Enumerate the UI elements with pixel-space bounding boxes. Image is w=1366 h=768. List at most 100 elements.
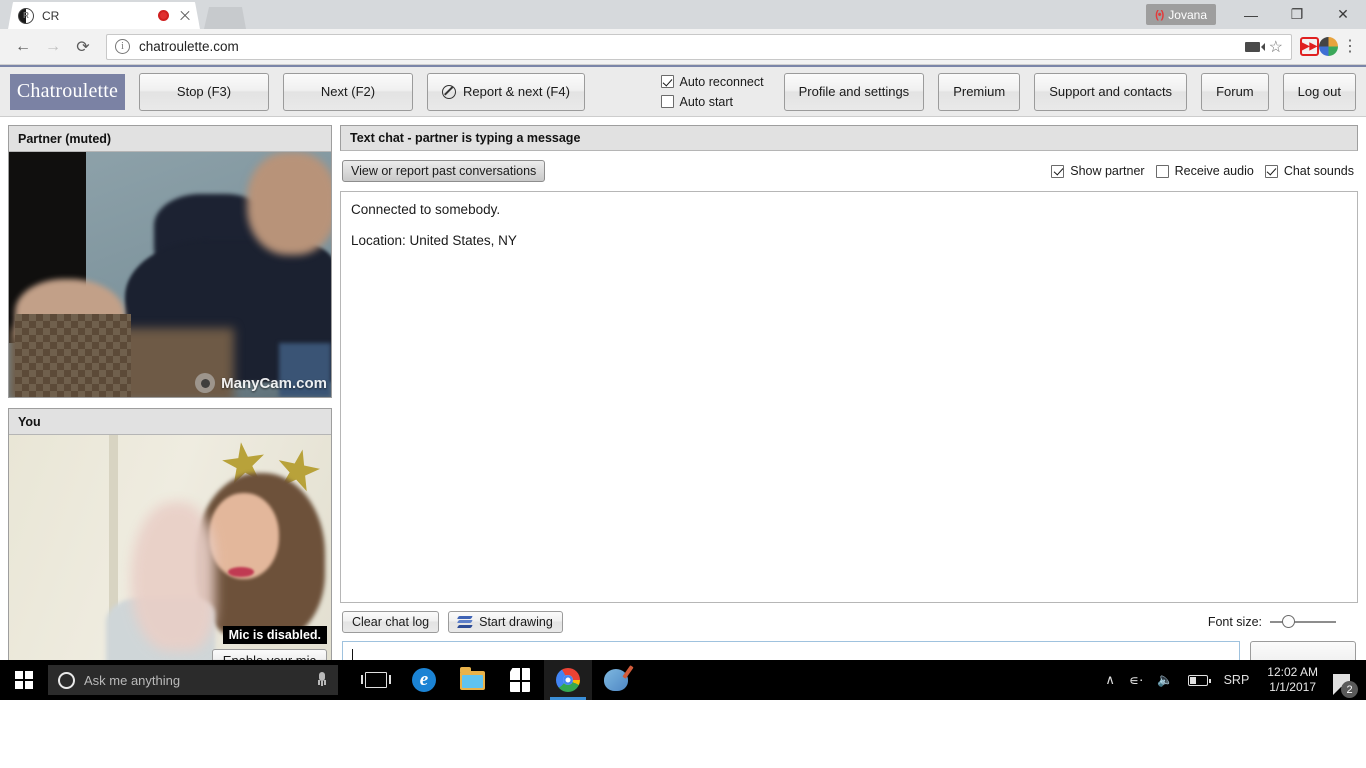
chat-log[interactable]: Connected to somebody. Location: United … <box>340 191 1358 603</box>
log-out-button[interactable]: Log out <box>1282 72 1356 111</box>
microphone-icon[interactable] <box>316 672 328 688</box>
minimize-button[interactable]: — <box>1228 0 1274 29</box>
omnibox-actions: ☆ <box>1244 37 1283 57</box>
profile-and-settings-button[interactable]: Profile and settings <box>783 72 925 111</box>
chrome-button[interactable] <box>544 660 592 700</box>
browser-toolbar: ← → ⟳ i chatroulette.com ☆ ▶▶ ⋮ <box>0 29 1366 65</box>
clear-chat-log-button[interactable]: Clear chat log <box>342 611 440 633</box>
profile-chip[interactable]: (•) Jovana <box>1146 4 1216 25</box>
search-placeholder: Ask me anything <box>84 672 181 688</box>
next-button[interactable]: Next (F2) <box>283 72 413 111</box>
back-icon[interactable]: ← <box>8 33 38 61</box>
cortana-search-box[interactable]: Ask me anything <box>48 665 338 695</box>
forum-button[interactable]: Forum <box>1201 72 1269 111</box>
mic-status-text: Mic is disabled. <box>222 626 327 644</box>
forward-icon[interactable]: → <box>38 33 68 61</box>
partner-panel-header: Partner (muted) <box>9 126 331 152</box>
notification-count-badge: 2 <box>1341 681 1358 698</box>
microsoft-store-button[interactable] <box>496 660 544 700</box>
task-view-button[interactable] <box>352 660 400 700</box>
close-window-button[interactable]: ✕ <box>1320 0 1366 29</box>
support-and-contacts-button[interactable]: Support and contacts <box>1034 72 1188 111</box>
receive-audio-checkbox[interactable]: Receive audio <box>1155 164 1254 178</box>
edge-button[interactable]: e <box>400 660 448 700</box>
auto-reconnect-checkbox[interactable]: Auto reconnect <box>660 74 764 89</box>
main-content: Partner (muted) ManyCam.com You Mic is d… <box>0 117 1366 697</box>
premium-button[interactable]: Premium <box>938 72 1021 111</box>
new-tab-button[interactable] <box>204 7 246 29</box>
view-past-conversations-button[interactable]: View or report past conversations <box>342 160 546 182</box>
partner-video-feed[interactable]: ManyCam.com <box>9 152 331 397</box>
chat-log-line: Connected to somebody. <box>351 202 501 217</box>
video-column: Partner (muted) ManyCam.com You Mic is d… <box>8 125 332 689</box>
action-center-button[interactable]: 2 <box>1327 660 1362 700</box>
self-scene-lips <box>227 567 254 577</box>
cr-favicon: R <box>18 7 34 24</box>
chat-panel-title: Text chat - partner is typing a message <box>340 125 1358 151</box>
folder-icon <box>459 666 485 690</box>
checkbox-icon <box>660 95 674 108</box>
ban-icon <box>442 84 456 99</box>
chat-log-line: Location: United States, NY <box>351 233 517 249</box>
auto-start-label: Auto start <box>679 94 734 109</box>
slider-thumb[interactable] <box>1282 615 1295 628</box>
close-tab-icon[interactable] <box>178 9 192 23</box>
receive-audio-label: Receive audio <box>1174 164 1254 178</box>
recording-dot-icon <box>158 10 169 21</box>
url-text: chatroulette.com <box>139 39 239 54</box>
self-panel-header: You <box>9 409 331 435</box>
windows-logo-icon <box>15 671 33 689</box>
windows-taskbar: Ask me anything e ∧ ∊⋅ 🔈 SRP 12:02 AM 1/… <box>0 660 1366 700</box>
address-bar[interactable]: i chatroulette.com ☆ <box>106 33 1292 60</box>
cortana-icon <box>58 671 75 689</box>
self-video-panel: You Mic is disabled. Enable your mic <box>8 408 332 676</box>
file-explorer-button[interactable] <box>448 660 496 700</box>
browser-menu-icon[interactable]: ⋮ <box>1342 38 1358 54</box>
chat-column: Text chat - partner is typing a message … <box>340 125 1358 689</box>
report-and-next-label: Report & next (F4) <box>463 84 570 99</box>
edge-icon: e <box>412 668 436 692</box>
chat-sounds-checkbox[interactable]: Chat sounds <box>1264 164 1354 178</box>
site-logo[interactable]: Chatroulette <box>10 73 125 110</box>
color-globe-extension-icon[interactable] <box>1319 37 1338 56</box>
maximize-button[interactable]: ❐ <box>1274 0 1320 29</box>
font-size-control: Font size: <box>1208 615 1356 629</box>
start-button[interactable] <box>0 660 48 700</box>
fast-forward-extension-icon[interactable]: ▶▶ <box>1300 37 1319 56</box>
taskbar-apps: e <box>352 660 640 700</box>
self-video-feed[interactable]: Mic is disabled. Enable your mic <box>9 435 331 675</box>
clock[interactable]: 12:02 AM 1/1/2017 <box>1258 665 1327 695</box>
bookmark-star-icon[interactable]: ☆ <box>1269 37 1283 57</box>
partner-video-panel: Partner (muted) ManyCam.com <box>8 125 332 398</box>
manycam-watermark: ManyCam.com <box>195 373 327 393</box>
volume-icon[interactable]: 🔈 <box>1150 660 1180 700</box>
browser-chrome: R CR (•) Jovana — ❐ ✕ ← → ⟳ i chatroulet… <box>0 0 1366 65</box>
show-partner-checkbox[interactable]: Show partner <box>1051 164 1145 178</box>
chat-options: Show partner Receive audio Chat sounds <box>1051 164 1356 178</box>
camera-icon[interactable] <box>1244 41 1265 52</box>
drawing-icon <box>457 616 473 628</box>
start-drawing-button[interactable]: Start drawing <box>448 611 563 633</box>
browser-tab[interactable]: R CR <box>8 2 200 29</box>
manycam-label: ManyCam.com <box>221 374 327 392</box>
checkbox-icon <box>660 75 674 88</box>
slider-track <box>1270 621 1336 623</box>
report-and-next-button[interactable]: Report & next (F4) <box>427 72 585 111</box>
self-scene-hand <box>131 502 216 651</box>
stop-button[interactable]: Stop (F3) <box>139 72 269 111</box>
site-info-icon[interactable]: i <box>115 39 130 54</box>
auto-start-checkbox[interactable]: Auto start <box>660 94 764 109</box>
task-view-icon <box>361 672 391 688</box>
chat-sounds-label: Chat sounds <box>1283 164 1354 178</box>
font-size-label: Font size: <box>1207 615 1262 629</box>
battery-icon[interactable] <box>1181 660 1215 700</box>
language-indicator[interactable]: SRP <box>1215 660 1259 700</box>
show-hidden-icons-chevron[interactable]: ∧ <box>1098 660 1122 700</box>
start-drawing-label: Start drawing <box>479 615 553 629</box>
tab-title: CR <box>42 8 60 23</box>
wifi-icon[interactable]: ∊⋅ <box>1122 660 1151 700</box>
reload-icon[interactable]: ⟳ <box>68 33 98 61</box>
auto-reconnect-label: Auto reconnect <box>679 74 764 89</box>
font-size-slider[interactable] <box>1270 615 1336 629</box>
paint-button[interactable] <box>592 660 640 700</box>
